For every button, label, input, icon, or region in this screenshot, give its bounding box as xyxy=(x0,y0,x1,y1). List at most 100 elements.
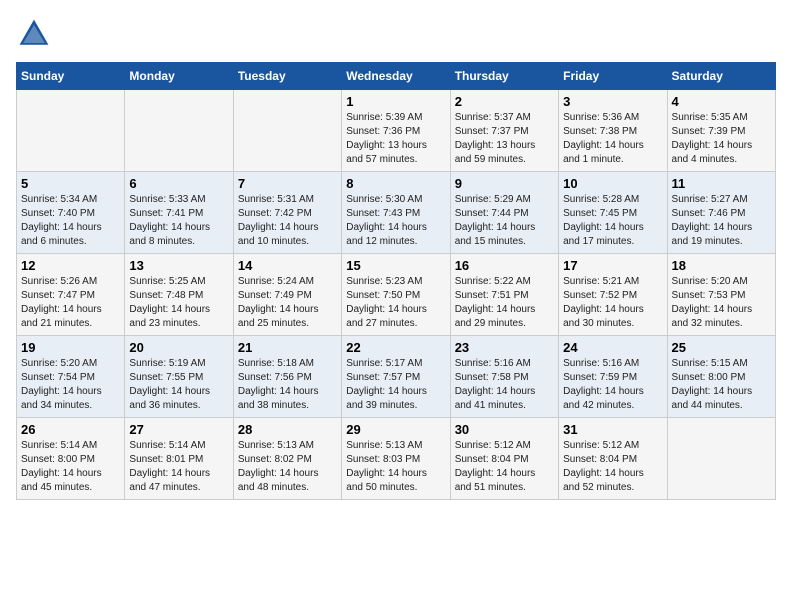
day-number: 26 xyxy=(21,422,120,437)
day-info: Sunrise: 5:15 AM Sunset: 8:00 PM Dayligh… xyxy=(672,357,771,413)
day-number: 2 xyxy=(455,94,554,109)
day-number: 29 xyxy=(346,422,445,437)
week-row: 26Sunrise: 5:14 AM Sunset: 8:00 PM Dayli… xyxy=(17,418,776,500)
day-info: Sunrise: 5:12 AM Sunset: 8:04 PM Dayligh… xyxy=(563,439,662,495)
calendar-cell: 24 Sunrise: 5:16 AM Sunset: 7:59 PM Dayli… xyxy=(559,336,667,418)
calendar-cell: 4Sunrise: 5:35 AM Sunset: 7:39 PM Daylig… xyxy=(667,90,775,172)
day-number: 25 xyxy=(672,340,771,355)
day-number: 12 xyxy=(21,258,120,273)
day-info: Sunrise: 5:27 AM Sunset: 7:46 PM Dayligh… xyxy=(672,193,771,249)
calendar-cell: 27 Sunrise: 5:14 AM Sunset: 8:01 PM Dayli… xyxy=(125,418,233,500)
day-number: 8 xyxy=(346,176,445,191)
calendar-cell: 13 Sunrise: 5:25 AM Sunset: 7:48 PM Dayli… xyxy=(125,254,233,336)
day-info: Sunrise: 5:12 AM Sunset: 8:04 PM Dayligh… xyxy=(455,439,554,495)
day-info: Sunrise: 5:19 AM Sunset: 7:55 PM Dayligh… xyxy=(129,357,228,413)
logo xyxy=(16,16,56,52)
day-info: Sunrise: 5:37 AM Sunset: 7:37 PM Dayligh… xyxy=(455,111,554,167)
day-number: 13 xyxy=(129,258,228,273)
day-info: Sunrise: 5:13 AM Sunset: 8:02 PM Dayligh… xyxy=(238,439,337,495)
calendar-cell: 11 Sunrise: 5:27 AM Sunset: 7:46 PM Dayli… xyxy=(667,172,775,254)
day-info: Sunrise: 5:31 AM Sunset: 7:42 PM Dayligh… xyxy=(238,193,337,249)
day-info: Sunrise: 5:20 AM Sunset: 7:53 PM Dayligh… xyxy=(672,275,771,331)
day-info: Sunrise: 5:36 AM Sunset: 7:38 PM Dayligh… xyxy=(563,111,662,167)
calendar-cell: 1 Sunrise: 5:39 AM Sunset: 7:36 PM Daylig… xyxy=(342,90,450,172)
day-number: 6 xyxy=(129,176,228,191)
calendar-cell: 8 Sunrise: 5:30 AM Sunset: 7:43 PM Daylig… xyxy=(342,172,450,254)
calendar-cell xyxy=(667,418,775,500)
day-info: Sunrise: 5:14 AM Sunset: 8:01 PM Dayligh… xyxy=(129,439,228,495)
calendar-cell: 12 Sunrise: 5:26 AM Sunset: 7:47 PM Dayli… xyxy=(17,254,125,336)
calendar-cell: 6Sunrise: 5:33 AM Sunset: 7:41 PM Daylig… xyxy=(125,172,233,254)
day-number: 1 xyxy=(346,94,445,109)
day-number: 7 xyxy=(238,176,337,191)
day-number: 28 xyxy=(238,422,337,437)
day-header-tuesday: Tuesday xyxy=(233,63,341,90)
calendar-cell: 5Sunrise: 5:34 AM Sunset: 7:40 PM Daylig… xyxy=(17,172,125,254)
calendar-cell: 10 Sunrise: 5:28 AM Sunset: 7:45 PM Dayli… xyxy=(559,172,667,254)
day-info: Sunrise: 5:16 AM Sunset: 7:58 PM Dayligh… xyxy=(455,357,554,413)
day-info: Sunrise: 5:13 AM Sunset: 8:03 PM Dayligh… xyxy=(346,439,445,495)
day-number: 23 xyxy=(455,340,554,355)
week-row: 12 Sunrise: 5:26 AM Sunset: 7:47 PM Dayli… xyxy=(17,254,776,336)
day-info: Sunrise: 5:18 AM Sunset: 7:56 PM Dayligh… xyxy=(238,357,337,413)
day-info: Sunrise: 5:30 AM Sunset: 7:43 PM Dayligh… xyxy=(346,193,445,249)
calendar-cell: 15 Sunrise: 5:23 AM Sunset: 7:50 PM Dayli… xyxy=(342,254,450,336)
days-row: SundayMondayTuesdayWednesdayThursdayFrid… xyxy=(17,63,776,90)
day-info: Sunrise: 5:25 AM Sunset: 7:48 PM Dayligh… xyxy=(129,275,228,331)
calendar-cell: 2 Sunrise: 5:37 AM Sunset: 7:37 PM Daylig… xyxy=(450,90,558,172)
day-number: 30 xyxy=(455,422,554,437)
day-info: Sunrise: 5:39 AM Sunset: 7:36 PM Dayligh… xyxy=(346,111,445,167)
day-number: 27 xyxy=(129,422,228,437)
day-number: 15 xyxy=(346,258,445,273)
day-header-monday: Monday xyxy=(125,63,233,90)
logo-icon xyxy=(16,16,52,52)
day-info: Sunrise: 5:28 AM Sunset: 7:45 PM Dayligh… xyxy=(563,193,662,249)
calendar-cell: 23 Sunrise: 5:16 AM Sunset: 7:58 PM Dayli… xyxy=(450,336,558,418)
day-number: 19 xyxy=(21,340,120,355)
day-info: Sunrise: 5:24 AM Sunset: 7:49 PM Dayligh… xyxy=(238,275,337,331)
day-number: 24 xyxy=(563,340,662,355)
day-number: 31 xyxy=(563,422,662,437)
week-row: 19 Sunrise: 5:20 AM Sunset: 7:54 PM Dayli… xyxy=(17,336,776,418)
calendar-cell: 21Sunrise: 5:18 AM Sunset: 7:56 PM Dayli… xyxy=(233,336,341,418)
calendar-cell: 22Sunrise: 5:17 AM Sunset: 7:57 PM Dayli… xyxy=(342,336,450,418)
day-info: Sunrise: 5:17 AM Sunset: 7:57 PM Dayligh… xyxy=(346,357,445,413)
calendar-body: 1 Sunrise: 5:39 AM Sunset: 7:36 PM Daylig… xyxy=(17,90,776,500)
day-info: Sunrise: 5:26 AM Sunset: 7:47 PM Dayligh… xyxy=(21,275,120,331)
calendar-cell: 17Sunrise: 5:21 AM Sunset: 7:52 PM Dayli… xyxy=(559,254,667,336)
calendar-cell: 30 Sunrise: 5:12 AM Sunset: 8:04 PM Dayli… xyxy=(450,418,558,500)
day-number: 20 xyxy=(129,340,228,355)
day-number: 9 xyxy=(455,176,554,191)
calendar-cell: 18Sunrise: 5:20 AM Sunset: 7:53 PM Dayli… xyxy=(667,254,775,336)
page-header xyxy=(16,16,776,52)
calendar-cell: 7 Sunrise: 5:31 AM Sunset: 7:42 PM Daylig… xyxy=(233,172,341,254)
day-number: 14 xyxy=(238,258,337,273)
calendar-cell: 29 Sunrise: 5:13 AM Sunset: 8:03 PM Dayli… xyxy=(342,418,450,500)
day-info: Sunrise: 5:20 AM Sunset: 7:54 PM Dayligh… xyxy=(21,357,120,413)
calendar-header: SundayMondayTuesdayWednesdayThursdayFrid… xyxy=(17,63,776,90)
calendar-cell: 9 Sunrise: 5:29 AM Sunset: 7:44 PM Daylig… xyxy=(450,172,558,254)
calendar-table: SundayMondayTuesdayWednesdayThursdayFrid… xyxy=(16,62,776,500)
calendar-cell: 25 Sunrise: 5:15 AM Sunset: 8:00 PM Dayli… xyxy=(667,336,775,418)
week-row: 1 Sunrise: 5:39 AM Sunset: 7:36 PM Daylig… xyxy=(17,90,776,172)
day-info: Sunrise: 5:35 AM Sunset: 7:39 PM Dayligh… xyxy=(672,111,771,167)
calendar-cell: 26Sunrise: 5:14 AM Sunset: 8:00 PM Dayli… xyxy=(17,418,125,500)
calendar-cell: 3 Sunrise: 5:36 AM Sunset: 7:38 PM Daylig… xyxy=(559,90,667,172)
day-info: Sunrise: 5:29 AM Sunset: 7:44 PM Dayligh… xyxy=(455,193,554,249)
day-number: 10 xyxy=(563,176,662,191)
calendar-cell: 31 Sunrise: 5:12 AM Sunset: 8:04 PM Dayli… xyxy=(559,418,667,500)
calendar-cell: 14 Sunrise: 5:24 AM Sunset: 7:49 PM Dayli… xyxy=(233,254,341,336)
calendar-cell xyxy=(17,90,125,172)
day-number: 17 xyxy=(563,258,662,273)
day-info: Sunrise: 5:16 AM Sunset: 7:59 PM Dayligh… xyxy=(563,357,662,413)
day-number: 11 xyxy=(672,176,771,191)
calendar-cell: 28 Sunrise: 5:13 AM Sunset: 8:02 PM Dayli… xyxy=(233,418,341,500)
calendar-cell: 20 Sunrise: 5:19 AM Sunset: 7:55 PM Dayli… xyxy=(125,336,233,418)
day-number: 3 xyxy=(563,94,662,109)
calendar-cell xyxy=(125,90,233,172)
day-info: Sunrise: 5:23 AM Sunset: 7:50 PM Dayligh… xyxy=(346,275,445,331)
day-header-sunday: Sunday xyxy=(17,63,125,90)
calendar-cell: 19 Sunrise: 5:20 AM Sunset: 7:54 PM Dayli… xyxy=(17,336,125,418)
week-row: 5Sunrise: 5:34 AM Sunset: 7:40 PM Daylig… xyxy=(17,172,776,254)
day-header-saturday: Saturday xyxy=(667,63,775,90)
